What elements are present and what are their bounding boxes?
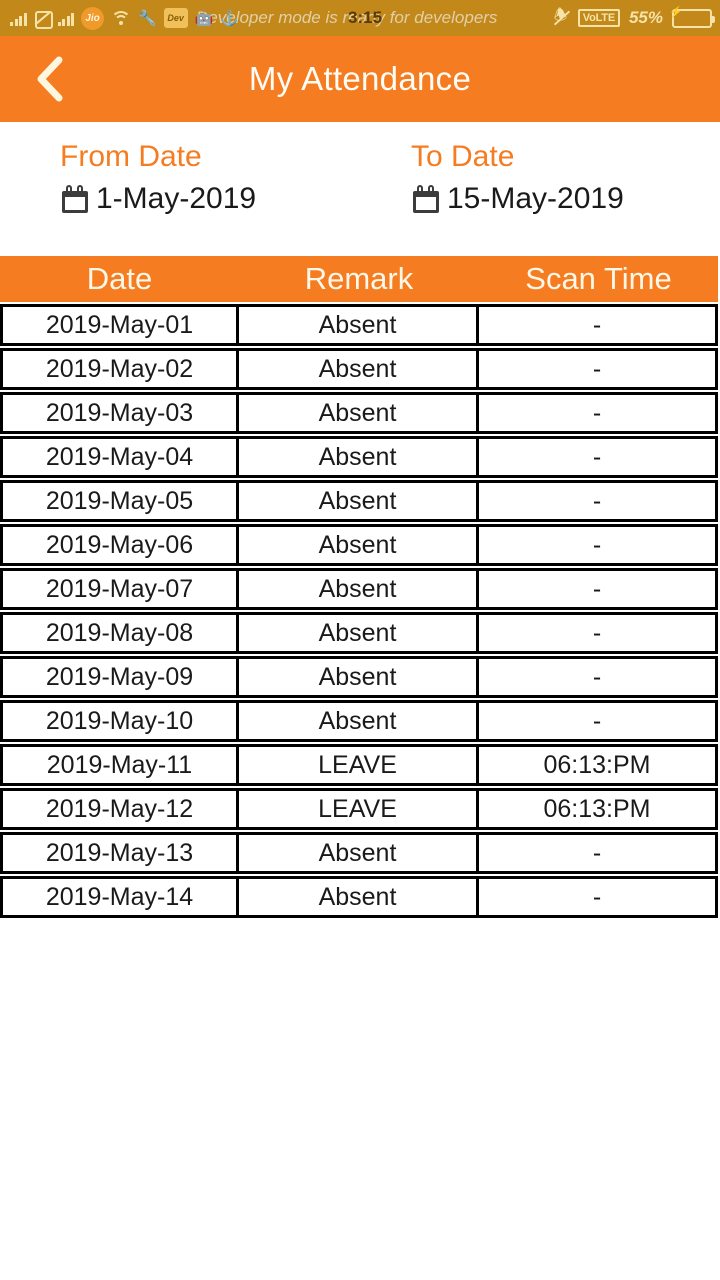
cell-scan-time: -	[479, 612, 718, 654]
column-header-remark: Remark	[239, 256, 479, 302]
status-bar-right-icons: VoLTE 55% ⚡	[554, 0, 715, 36]
table-row[interactable]: 2019-May-08 Absent -	[0, 612, 718, 654]
cell-scan-time: 06:13:PM	[479, 744, 718, 786]
table-row[interactable]: 2019-May-10 Absent -	[0, 700, 718, 742]
column-header-scan-time: Scan Time	[479, 256, 718, 302]
table-row[interactable]: 2019-May-11 LEAVE 06:13:PM	[0, 744, 718, 786]
from-date-value: 1-May-2019	[96, 182, 257, 215]
charging-bolt-icon: ⚡	[669, 6, 683, 18]
cell-scan-time: -	[479, 568, 718, 610]
to-date-label: To Date	[411, 140, 515, 173]
attendance-table: Date Remark Scan Time 2019-May-01 Absent -…	[0, 254, 718, 920]
attendance-table-container[interactable]: Date Remark Scan Time 2019-May-01 Absent -…	[0, 254, 720, 920]
status-bar-ticker: Developer mode is ready for developers	[196, 8, 498, 27]
page-title: My Attendance	[248, 60, 472, 97]
cell-scan-time: -	[479, 392, 718, 434]
cell-date: 2019-May-07	[0, 568, 239, 610]
cell-scan-time: -	[479, 832, 718, 874]
table-row[interactable]: 2019-May-05 Absent -	[0, 480, 718, 522]
cell-scan-time: -	[479, 656, 718, 698]
calendar-icon	[411, 184, 441, 214]
bell-muted-icon	[554, 8, 569, 27]
wifi-icon	[111, 10, 131, 26]
cell-remark: Absent	[239, 656, 479, 698]
to-date-filter: To Date 15-May-2019	[411, 140, 624, 216]
wrench-icon: 🔧	[138, 9, 157, 27]
cell-remark: Absent	[239, 832, 479, 874]
table-row[interactable]: 2019-May-14 Absent -	[0, 876, 718, 918]
from-date-filter: From Date 1-May-2019	[60, 140, 256, 216]
cell-remark: Absent	[239, 480, 479, 522]
from-date-label: From Date	[60, 140, 202, 173]
battery-percent-label: 55%	[628, 8, 663, 27]
to-date-picker[interactable]: 15-May-2019	[411, 182, 624, 216]
volte-badge: VoLTE	[577, 9, 620, 27]
table-row[interactable]: 2019-May-13 Absent -	[0, 832, 718, 874]
cell-scan-time: -	[479, 700, 718, 742]
anchor-icon: ⚓	[220, 9, 240, 27]
app-bar: My Attendance	[0, 36, 720, 122]
calendar-icon	[60, 184, 90, 214]
no-sim-icon	[34, 10, 53, 29]
cell-scan-time: 06:13:PM	[479, 788, 718, 830]
table-row[interactable]: 2019-May-06 Absent -	[0, 524, 718, 566]
cell-remark: Absent	[239, 348, 479, 390]
cell-date: 2019-May-12	[0, 788, 239, 830]
cell-remark: Absent	[239, 700, 479, 742]
developer-mode-icon: Dev	[163, 8, 188, 28]
cell-scan-time: -	[479, 436, 718, 478]
cell-remark: Absent	[239, 612, 479, 654]
table-header-row: Date Remark Scan Time	[0, 256, 718, 302]
table-row[interactable]: 2019-May-12 LEAVE 06:13:PM	[0, 788, 718, 830]
table-row[interactable]: 2019-May-03 Absent -	[0, 392, 718, 434]
table-row[interactable]: 2019-May-02 Absent -	[0, 348, 718, 390]
cell-remark: LEAVE	[239, 744, 479, 786]
table-row[interactable]: 2019-May-04 Absent -	[0, 436, 718, 478]
attendance-table-header: Date Remark Scan Time	[0, 256, 718, 302]
cell-remark: LEAVE	[239, 788, 479, 830]
status-bar: Jio 🔧 Dev 🤖 ⚓ Developer mode is ready fo…	[0, 0, 720, 36]
cell-remark: Absent	[239, 392, 479, 434]
attendance-table-body: 2019-May-01 Absent -2019-May-02 Absent -2019…	[0, 304, 718, 918]
cell-date: 2019-May-13	[0, 832, 239, 874]
column-header-date: Date	[0, 256, 239, 302]
battery-charging-icon: ⚡	[669, 6, 715, 28]
cell-date: 2019-May-01	[0, 304, 239, 346]
cell-date: 2019-May-08	[0, 612, 239, 654]
android-robot-icon: 🤖	[194, 9, 214, 27]
cell-date: 2019-May-14	[0, 876, 239, 918]
table-row[interactable]: 2019-May-07 Absent -	[0, 568, 718, 610]
status-bar-left-icons: Jio 🔧 Dev 🤖 ⚓	[0, 6, 240, 30]
cell-remark: Absent	[239, 568, 479, 610]
date-filter-section: From Date 1-May-2019 To Date 15-May-2019	[0, 122, 720, 254]
cell-scan-time: -	[479, 348, 718, 390]
cell-date: 2019-May-05	[0, 480, 239, 522]
cell-scan-time: -	[479, 304, 718, 346]
cell-scan-time: -	[479, 876, 718, 918]
cell-remark: Absent	[239, 304, 479, 346]
cell-date: 2019-May-02	[0, 348, 239, 390]
carrier-badge: Jio	[81, 6, 104, 30]
cell-date: 2019-May-04	[0, 436, 239, 478]
signal-bars-icon	[10, 10, 27, 26]
cell-date: 2019-May-09	[0, 656, 239, 698]
table-row[interactable]: 2019-May-09 Absent -	[0, 656, 718, 698]
signal-bars-icon-2	[57, 10, 74, 26]
status-bar-clock: 3:15	[348, 8, 383, 27]
to-date-value: 15-May-2019	[447, 182, 624, 215]
cell-date: 2019-May-06	[0, 524, 239, 566]
table-row[interactable]: 2019-May-01 Absent -	[0, 304, 718, 346]
cell-remark: Absent	[239, 524, 479, 566]
cell-date: 2019-May-03	[0, 392, 239, 434]
cell-remark: Absent	[239, 876, 479, 918]
back-button[interactable]	[20, 36, 80, 122]
cell-scan-time: -	[479, 524, 718, 566]
cell-date: 2019-May-11	[0, 744, 239, 786]
cell-remark: Absent	[239, 436, 479, 478]
cell-scan-time: -	[479, 480, 718, 522]
chevron-left-icon	[33, 54, 67, 104]
from-date-picker[interactable]: 1-May-2019	[60, 182, 256, 216]
cell-date: 2019-May-10	[0, 700, 239, 742]
